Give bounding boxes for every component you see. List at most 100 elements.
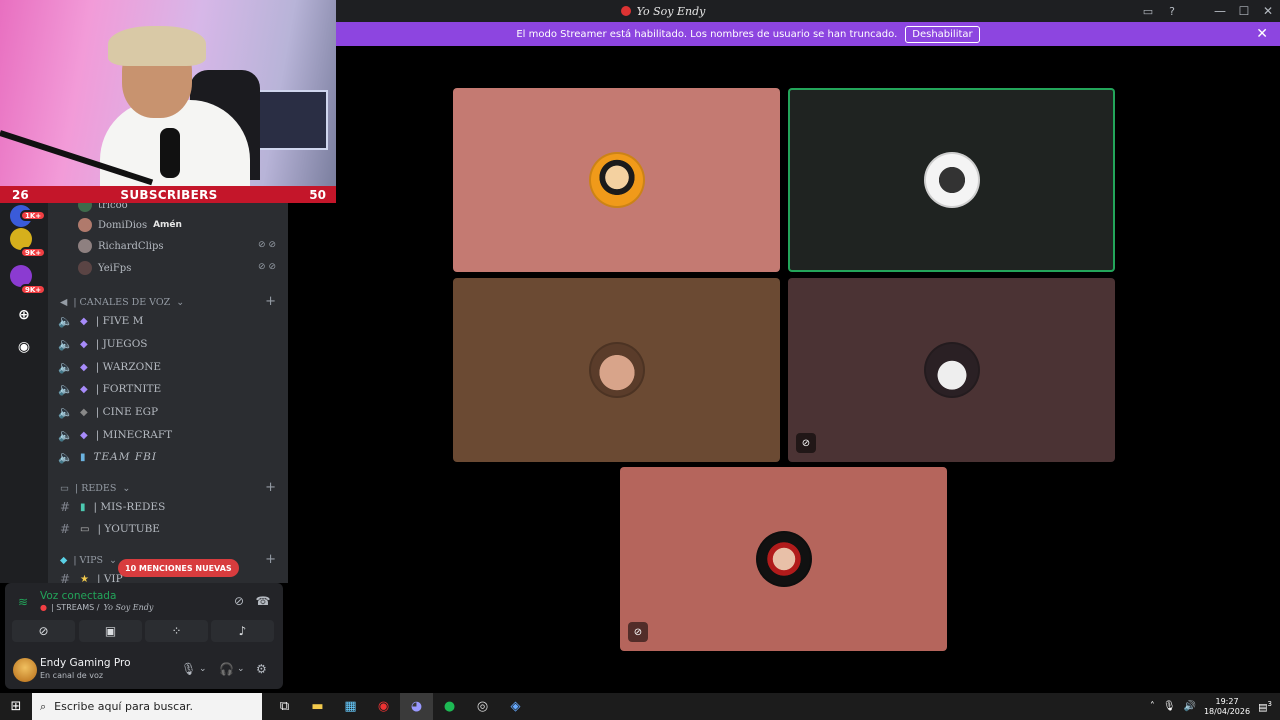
member-name: DomiDios	[98, 219, 148, 231]
spotify-icon[interactable]: ●	[433, 693, 466, 720]
close-banner-icon[interactable]: ✕	[1256, 26, 1268, 42]
voice-member[interactable]: DomiDios Amén	[78, 217, 182, 233]
add-channel-icon[interactable]: +	[265, 480, 276, 495]
inbox-icon[interactable]: ▭	[1136, 0, 1160, 22]
speaker-icon: 🔈	[58, 337, 73, 351]
member-name: RichardClips	[98, 240, 164, 252]
participant-tile[interactable]: ⊘	[620, 467, 947, 651]
category-label: | REDES	[74, 483, 117, 494]
participant-tile[interactable]	[788, 88, 1115, 272]
noise-suppression-icon[interactable]: ⊘	[231, 593, 247, 609]
voice-member[interactable]: RichardClips	[78, 238, 164, 254]
subscriber-goal-bar: 26 SUBSCRIBERS 50	[0, 186, 336, 203]
speaker-icon: ◀	[60, 297, 68, 308]
category-redes[interactable]: ▭ | REDES ⌄	[60, 483, 130, 494]
discord-icon[interactable]: ◕	[400, 693, 433, 720]
notification-count: 3	[1267, 699, 1272, 708]
channel-emoji-icon: ◆	[80, 361, 88, 373]
voice-member[interactable]: YeiFps	[78, 260, 131, 276]
voice-location[interactable]: ● | STREAMS / Yo Soy Endy	[40, 603, 153, 612]
channel-emoji-icon: ◆	[80, 315, 88, 327]
subscriber-label: SUBSCRIBERS	[120, 187, 218, 202]
voice-channel-five-m[interactable]: 🔈 ◆ | FIVE M	[58, 311, 278, 331]
chevron-down-icon[interactable]: ⌄	[237, 664, 245, 674]
window-controls: ▭ ? — ☐ ✕	[1136, 0, 1280, 22]
mention-badge: 9K+	[20, 284, 47, 295]
member-muted-icons: ⊘ ⊘	[258, 240, 276, 250]
channel-name: | VIP	[96, 573, 123, 583]
microphone-tray-icon[interactable]: 🎙	[1163, 701, 1176, 712]
soundboard-button[interactable]: ♪	[211, 620, 274, 642]
store-icon[interactable]: ▦	[334, 693, 367, 720]
channel-list: tricoo DomiDios Amén RichardClips ⊘ ⊘ Ye…	[48, 203, 288, 583]
channel-name: | WARZONE	[95, 361, 162, 373]
maximize-button[interactable]: ☐	[1232, 0, 1256, 22]
minimize-button[interactable]: —	[1208, 0, 1232, 22]
new-mentions-pill[interactable]: 10 MENCIONES NUEVAS	[118, 559, 239, 577]
channel-emoji-icon: ◆	[80, 429, 88, 441]
help-icon[interactable]: ?	[1160, 0, 1184, 22]
channel-emoji-icon: ◆	[80, 338, 88, 350]
muted-camera-icon: ⊘	[796, 433, 816, 453]
obs-icon[interactable]: ◎	[466, 693, 499, 720]
voice-channel-juegos[interactable]: 🔈 ◆ | JUEGOS	[58, 334, 278, 354]
username[interactable]: Endy Gaming Pro	[40, 657, 131, 669]
disable-streamer-button[interactable]: Deshabilitar	[905, 25, 980, 43]
subscriber-goal: 50	[309, 187, 326, 202]
participant-tile[interactable]: ⊘	[788, 278, 1115, 462]
close-window-button[interactable]: ✕	[1256, 0, 1280, 22]
screen-share-button[interactable]: ▣	[79, 620, 142, 642]
add-server-icon[interactable]: ⊕	[13, 304, 35, 326]
add-channel-icon[interactable]: +	[265, 294, 276, 309]
taskbar-search[interactable]: ⌕ Escribe aquí para buscar.	[32, 693, 262, 720]
chevron-down-icon[interactable]: ⌄	[199, 664, 207, 674]
search-icon: ⌕	[40, 699, 47, 713]
webcam-streamer-hat	[108, 26, 206, 66]
server-rail: 1K+ 9K+ 9K+ ⊕ ◉	[0, 203, 48, 583]
add-channel-icon[interactable]: +	[265, 552, 276, 567]
channel-name: | MIS-REDES	[93, 501, 166, 513]
category-voice[interactable]: ◀ | CANALES DE VOZ ⌄	[60, 297, 184, 308]
chrome-icon[interactable]: ◉	[367, 693, 400, 720]
explore-servers-icon[interactable]: ◉	[13, 336, 35, 358]
disconnect-icon[interactable]: ☎	[255, 593, 271, 609]
participant-avatar	[923, 152, 980, 208]
file-explorer-icon[interactable]: ▬	[301, 693, 334, 720]
voice-member[interactable]: tricoo	[78, 203, 128, 213]
speaker-lock-icon: 🔈	[58, 450, 73, 464]
participant-tile[interactable]	[453, 88, 780, 272]
text-channel-youtube[interactable]: # ▭ | YOUTUBE	[58, 519, 278, 539]
clock-date: 18/04/2026	[1203, 706, 1251, 716]
chevron-up-icon[interactable]: ˄	[1150, 701, 1155, 712]
steam-icon[interactable]: ◈	[499, 693, 532, 720]
category-vips[interactable]: ◆ | VIPS ⌄	[60, 555, 117, 566]
voice-channel-minecraft[interactable]: 🔈 ◆ | MINECRAFT	[58, 425, 278, 445]
voice-channel-name: | STREAMS /	[50, 603, 100, 612]
clock[interactable]: 19:27 18/04/2026	[1204, 697, 1250, 717]
avatar[interactable]	[13, 658, 37, 682]
channel-name: | FORTNITE	[95, 383, 162, 395]
notifications-icon[interactable]: ▤3	[1258, 700, 1272, 713]
voice-server-name: Yo Soy Endy	[103, 603, 154, 612]
participant-avatar	[588, 152, 645, 208]
windows-start-icon[interactable]: ⊞	[0, 693, 32, 720]
settings-gear-icon[interactable]: ⚙	[256, 662, 267, 676]
channel-name: | MINECRAFT	[95, 429, 173, 441]
text-channel-mis-redes[interactable]: # ▮ | MIS-REDES	[58, 497, 278, 517]
activities-button[interactable]: ⁘	[145, 620, 208, 642]
windows-taskbar: ⊞ ⌕ Escribe aquí para buscar. ⧉ ▬ ▦ ◉ ◕ …	[0, 693, 1280, 720]
voice-channel-cine-egp[interactable]: 🔈 ◆ | CINE EGP	[58, 402, 278, 422]
participant-tile[interactable]	[453, 278, 780, 462]
headphones-icon[interactable]: 🎧	[219, 662, 234, 676]
microphone-icon[interactable]: 🎙	[181, 662, 196, 676]
speaker-icon: 🔈	[58, 405, 73, 419]
camera-off-button[interactable]: ⊘	[12, 620, 75, 642]
voice-connection-panel: ≋ Voz conectada ● | STREAMS / Yo Soy End…	[5, 583, 283, 651]
volume-icon[interactable]: 🔊	[1184, 701, 1196, 712]
voice-channel-warzone[interactable]: 🔈 ◆ | WARZONE	[58, 357, 278, 377]
task-view-icon[interactable]: ⧉	[268, 693, 301, 720]
channel-emoji-icon: ▮	[80, 451, 86, 463]
voice-channel-team-fbi[interactable]: 🔈 ▮ TEAM FBI	[58, 447, 278, 467]
voice-channel-fortnite[interactable]: 🔈 ◆ | FORTNITE	[58, 379, 278, 399]
voice-connected-status[interactable]: Voz conectada	[40, 590, 116, 602]
